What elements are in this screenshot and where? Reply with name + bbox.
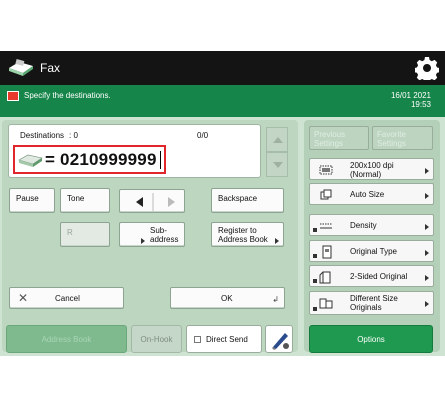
- title-bar: Fax: [0, 51, 445, 85]
- checkbox-icon: [194, 336, 201, 343]
- destination-number-field[interactable]: = 0210999999: [13, 145, 166, 174]
- two-sided-icon: [319, 271, 331, 284]
- original-type-icon: [322, 245, 332, 259]
- pen-icon: [272, 333, 289, 350]
- scroll-down-button[interactable]: [266, 152, 288, 177]
- direct-send-button[interactable]: Direct Send: [186, 325, 262, 353]
- cancel-button[interactable]: ✕ Cancel: [9, 287, 124, 309]
- backspace-button[interactable]: Backspace: [211, 188, 284, 213]
- destination-display: Destinations : 0 0/0 = 0210999999: [8, 124, 261, 178]
- options-label: Options: [357, 335, 385, 344]
- destinations-count: : 0: [69, 131, 78, 140]
- warning-icon: [7, 91, 19, 101]
- destination-number: = 0210999999: [45, 150, 157, 169]
- favorite-settings-label: Favorite Settings: [377, 130, 406, 148]
- previous-settings-label: Previous Settings: [314, 130, 346, 148]
- enter-icon: ↲: [272, 295, 279, 304]
- settings-panel: [304, 120, 440, 352]
- address-book-label: Address Book: [41, 335, 92, 344]
- on-hook-button[interactable]: On-Hook: [131, 325, 182, 353]
- resolution-label: 200x100 dpi (Normal): [350, 161, 394, 179]
- original-type-button[interactable]: Original Type: [309, 240, 434, 262]
- status-bar: Specify the destinations. 16/01 2021 19:…: [0, 85, 445, 117]
- different-size-originals-button[interactable]: Different Size Originals: [309, 291, 434, 315]
- original-type-label: Original Type: [350, 247, 397, 256]
- resolution-button[interactable]: 200x100 dpi (Normal): [309, 158, 434, 180]
- cursor-arrows: [119, 189, 185, 213]
- text-cursor: [160, 151, 161, 169]
- different-size-label: Different Size Originals: [350, 294, 398, 312]
- different-size-icon: [319, 298, 333, 309]
- address-book-button[interactable]: Address Book: [6, 325, 127, 353]
- tone-label: Tone: [67, 194, 85, 203]
- r-label: R: [67, 228, 73, 237]
- options-button[interactable]: Options: [309, 325, 433, 353]
- check-settings-button[interactable]: [265, 325, 293, 353]
- register-address-book-button[interactable]: Register to Address Book: [211, 222, 284, 247]
- page-indicator: 0/0: [197, 131, 209, 140]
- ok-label: OK: [221, 294, 233, 303]
- pause-button[interactable]: Pause: [9, 188, 55, 213]
- resolution-icon: [319, 165, 333, 175]
- size-icon: [320, 189, 332, 200]
- original-size-button[interactable]: Auto Size: [309, 183, 434, 205]
- time-text: 19:53: [410, 100, 431, 109]
- previous-settings-button[interactable]: Previous Settings: [309, 126, 369, 150]
- subaddress-label: Sub- address: [150, 226, 179, 244]
- fax-icon: [9, 59, 33, 76]
- pause-label: Pause: [16, 194, 39, 203]
- scroll-up-button[interactable]: [266, 127, 288, 152]
- settings-gear-icon[interactable]: [415, 56, 439, 80]
- ok-button[interactable]: OK ↲: [170, 287, 285, 309]
- backspace-label: Backspace: [218, 194, 258, 203]
- on-hook-label: On-Hook: [140, 335, 173, 344]
- app-title: Fax: [40, 61, 61, 75]
- cancel-label: Cancel: [55, 294, 80, 303]
- favorite-settings-button[interactable]: Favorite Settings: [372, 126, 433, 150]
- fax-number-icon: [18, 154, 43, 167]
- two-sided-label: 2-Sided Original: [350, 272, 408, 281]
- density-icon: [320, 223, 332, 229]
- tone-button[interactable]: Tone: [60, 188, 110, 213]
- status-message: Specify the destinations.: [24, 91, 111, 100]
- arrow-left-icon[interactable]: [120, 190, 186, 214]
- r-button[interactable]: R: [60, 222, 110, 247]
- close-icon: ✕: [18, 291, 29, 305]
- date-text: 16/01 2021: [390, 91, 431, 100]
- date-time: 16/01 2021 19:53: [391, 91, 431, 109]
- subaddress-button[interactable]: Sub- address: [119, 222, 185, 247]
- size-label: Auto Size: [350, 190, 385, 199]
- destinations-label: Destinations: [20, 131, 65, 140]
- two-sided-original-button[interactable]: 2-Sided Original: [309, 265, 434, 287]
- density-button[interactable]: Density: [309, 214, 434, 236]
- density-label: Density: [350, 221, 377, 230]
- fax-screen: Fax Specify the destinations. 16/01 2021…: [0, 0, 445, 406]
- register-label: Register to Address Book: [218, 226, 268, 244]
- direct-send-label: Direct Send: [206, 335, 248, 344]
